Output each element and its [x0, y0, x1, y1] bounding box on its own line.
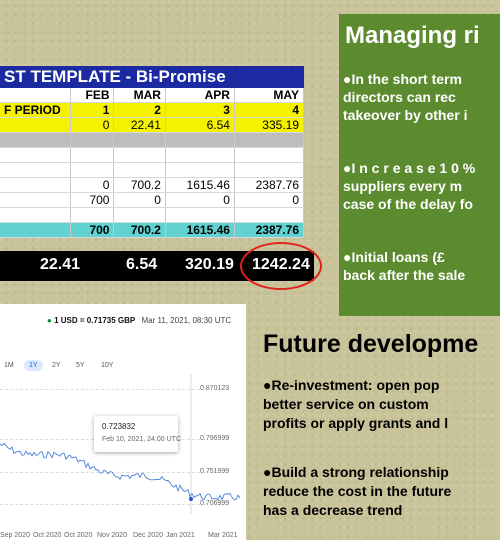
x-tick-label: Oct 2020 — [64, 532, 93, 539]
table-cell: 2387.76 — [234, 177, 305, 193]
table-cell: 700 — [70, 192, 115, 208]
balance-value: 6.54 — [126, 256, 158, 273]
table-row — [0, 207, 305, 223]
table-row — [0, 162, 305, 178]
table-row — [0, 132, 305, 148]
table-cell: 1615.46 — [165, 177, 235, 193]
table-row: 0 700.2 1615.46 2387.76 — [0, 177, 305, 193]
table-cell: 700 — [70, 222, 115, 238]
table-cell: 0 — [113, 192, 166, 208]
sheet-table: FEB MAR APR MAY F PERIOD 1 2 3 4 0 22.41… — [0, 88, 305, 238]
table-cell: 0 — [234, 192, 305, 208]
table-cell: 22.41 — [113, 117, 166, 133]
hover-point — [189, 497, 193, 501]
panel-text-line: case of the delay fo — [343, 196, 473, 212]
managing-risk-panel: Managing ri ●In the short term directors… — [339, 14, 500, 316]
highlight-circle — [240, 242, 322, 290]
spreadsheet-screenshot: ST TEMPLATE - Bi-Promise FEB MAR APR MAY… — [0, 66, 305, 238]
table-cell: 0 — [165, 192, 235, 208]
balance-value: 22.41 — [40, 256, 81, 273]
x-tick-label: Jan 2021 — [166, 532, 195, 539]
panel-text-line: ●I n c r e a s e 1 0 % — [343, 160, 476, 176]
tooltip-date: Feb 10, 2021, 24:00 UTC — [102, 436, 181, 443]
future-text-line: better service on custom — [263, 396, 429, 412]
table-row — [0, 147, 305, 163]
x-tick-label: Oct 2020 — [33, 532, 62, 539]
x-tick-label: Mar 2021 — [208, 532, 238, 539]
column-header: APR — [165, 88, 235, 103]
x-tick-label: Sep 2020 — [0, 532, 30, 539]
table-cell: 4 — [234, 102, 305, 118]
x-tick-label: Dec 2020 — [133, 532, 163, 539]
panel-text-line: ●In the short term — [343, 71, 462, 87]
future-text-line: ●Re-investment: open pop — [263, 377, 440, 393]
future-text-line: has a decrease trend — [263, 502, 403, 518]
table-row: F PERIOD 1 2 3 4 — [0, 102, 305, 118]
panel-text-line: ●Initial loans (£ — [343, 249, 445, 265]
table-row: 0 22.41 6.54 335.19 — [0, 117, 305, 133]
table-cell: 3 — [165, 102, 235, 118]
panel-title: Managing ri — [345, 22, 480, 49]
future-text-line: reduce the cost in the future — [263, 483, 452, 499]
future-text-line: ●Build a strong relationship — [263, 464, 449, 480]
table-cell: 1615.46 — [165, 222, 235, 238]
table-row-total: 700 700.2 1615.46 2387.76 — [0, 222, 305, 238]
table-row: FEB MAR APR MAY — [0, 88, 305, 103]
table-cell: 335.19 — [234, 117, 305, 133]
future-text-line: profits or apply grants and l — [263, 415, 449, 431]
table-cell: 1 — [70, 102, 115, 118]
column-header: MAR — [113, 88, 166, 103]
table-cell: 2387.76 — [234, 222, 305, 238]
table-cell: 700.2 — [113, 222, 166, 238]
table-cell: 2 — [113, 102, 166, 118]
panel-text-line: takeover by other i — [343, 107, 468, 123]
tooltip-value: 0.723832 — [102, 422, 136, 431]
table-cell: 6.54 — [165, 117, 235, 133]
future-development-title: Future developme — [263, 330, 479, 358]
table-row: 700 0 0 0 — [0, 192, 305, 208]
balance-value: 320.19 — [185, 256, 234, 273]
panel-text-line: directors can rec — [343, 89, 456, 105]
panel-text-line: suppliers every m — [343, 178, 463, 194]
panel-text-line: back after the sale — [343, 267, 466, 283]
chart-tooltip: 0.723832 Feb 10, 2021, 24:00 UTC — [94, 416, 181, 452]
row-label: F PERIOD — [0, 102, 71, 118]
column-header: MAY — [234, 88, 305, 103]
table-cell: 0 — [70, 117, 115, 133]
exchange-rate-chart: ● 1 USD = 0.71735 GBP Mar 11, 2021, 08:3… — [0, 304, 246, 540]
column-header: FEB — [70, 88, 115, 103]
sheet-title: ST TEMPLATE - Bi-Promise — [0, 66, 304, 88]
x-tick-label: Nov 2020 — [97, 532, 127, 539]
table-cell: 700.2 — [113, 177, 166, 193]
table-cell: 0 — [70, 177, 115, 193]
